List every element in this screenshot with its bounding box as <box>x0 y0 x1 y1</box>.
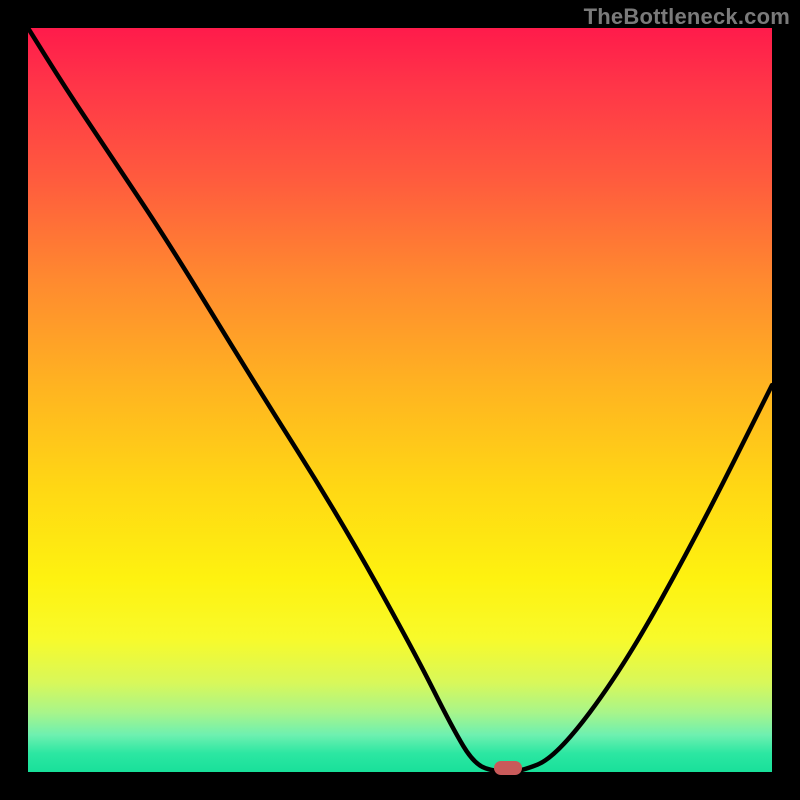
watermark-text: TheBottleneck.com <box>584 4 790 30</box>
chart-frame: TheBottleneck.com <box>0 0 800 800</box>
bottleneck-curve <box>28 28 772 772</box>
plot-area <box>28 28 772 772</box>
optimum-marker <box>494 761 522 775</box>
